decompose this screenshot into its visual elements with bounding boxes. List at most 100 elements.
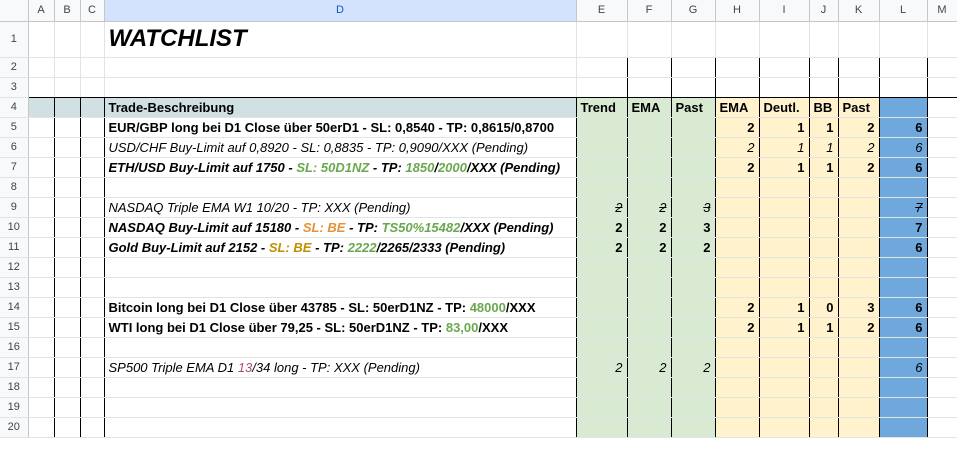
cell-a18[interactable] (28, 377, 55, 398)
cell-m20[interactable] (927, 417, 957, 438)
bb-value[interactable] (809, 357, 839, 378)
cell-a8[interactable] (28, 177, 55, 198)
past-value[interactable] (671, 157, 716, 178)
trade-description-cell[interactable] (104, 177, 577, 198)
trade-description-cell[interactable]: WTI long bei D1 Close über 79,25 - SL: 5… (104, 317, 577, 338)
row-header-11[interactable]: 11 (0, 237, 29, 258)
cell-m11[interactable] (927, 237, 957, 258)
cell-c19[interactable] (80, 397, 105, 418)
row-header-7[interactable]: 7 (0, 157, 29, 178)
past-value[interactable]: 3 (671, 197, 716, 218)
cell-c10[interactable] (80, 217, 105, 238)
past2-value[interactable] (838, 277, 880, 298)
ema2-value[interactable]: 2 (715, 297, 760, 318)
ema2-value[interactable] (715, 57, 760, 78)
row-header-10[interactable]: 10 (0, 217, 29, 238)
deutl-value[interactable] (759, 197, 810, 218)
deutl-value[interactable] (759, 357, 810, 378)
header-past-yellow[interactable]: Past (838, 97, 880, 118)
cell-c6[interactable] (80, 137, 105, 158)
past-value[interactable] (671, 137, 716, 158)
bb-value[interactable]: 1 (809, 157, 839, 178)
ema-value[interactable] (627, 317, 672, 338)
cell-b8[interactable] (54, 177, 81, 198)
trade-description-cell[interactable] (104, 77, 577, 98)
row-header-6[interactable]: 6 (0, 137, 29, 158)
ema2-value[interactable] (715, 377, 760, 398)
bb-value[interactable] (809, 277, 839, 298)
past-value[interactable]: 2 (671, 237, 716, 258)
trend-value[interactable] (576, 317, 628, 338)
bb-value[interactable] (809, 257, 839, 278)
past-value[interactable] (671, 377, 716, 398)
row-header-2[interactable]: 2 (0, 57, 29, 78)
deutl-value[interactable] (759, 397, 810, 418)
past-value[interactable]: 3 (671, 217, 716, 238)
trade-description-cell[interactable] (104, 337, 577, 358)
cell-b20[interactable] (54, 417, 81, 438)
bb-value[interactable] (809, 337, 839, 358)
cell[interactable] (627, 21, 672, 58)
score-value[interactable] (879, 417, 928, 438)
past-value[interactable]: 2 (671, 357, 716, 378)
cell-b15[interactable] (54, 317, 81, 338)
trend-value[interactable] (576, 277, 628, 298)
bb-value[interactable] (809, 417, 839, 438)
trade-description-cell[interactable]: USD/CHF Buy-Limit auf 0,8920 - SL: 0,883… (104, 137, 577, 158)
cell-a6[interactable] (28, 137, 55, 158)
trade-description-cell[interactable] (104, 257, 577, 278)
past2-value[interactable] (838, 357, 880, 378)
bb-value[interactable]: 0 (809, 297, 839, 318)
column-header-f[interactable]: F (627, 0, 672, 22)
cell-m12[interactable] (927, 257, 957, 278)
row-header-3[interactable]: 3 (0, 77, 29, 98)
row-header-18[interactable]: 18 (0, 377, 29, 398)
cell-a19[interactable] (28, 397, 55, 418)
deutl-value[interactable] (759, 217, 810, 238)
past-value[interactable] (671, 417, 716, 438)
cell-b1[interactable] (54, 21, 81, 58)
trend-value[interactable] (576, 177, 628, 198)
trade-description-cell[interactable] (104, 417, 577, 438)
trend-value[interactable] (576, 337, 628, 358)
header-ema-yellow[interactable]: EMA (715, 97, 760, 118)
cell-a20[interactable] (28, 417, 55, 438)
cell-b10[interactable] (54, 217, 81, 238)
cell-m14[interactable] (927, 297, 957, 318)
page-title[interactable]: WATCHLIST (104, 21, 577, 58)
cell-c2[interactable] (80, 57, 105, 78)
ema2-value[interactable] (715, 257, 760, 278)
trend-value[interactable]: 2 (576, 197, 628, 218)
cell-b12[interactable] (54, 257, 81, 278)
cell-m6[interactable] (927, 137, 957, 158)
past-value[interactable] (671, 337, 716, 358)
cell-b13[interactable] (54, 277, 81, 298)
cell-a14[interactable] (28, 297, 55, 318)
past-value[interactable] (671, 57, 716, 78)
score-value[interactable] (879, 57, 928, 78)
trend-value[interactable] (576, 137, 628, 158)
ema-value[interactable] (627, 417, 672, 438)
score-value[interactable]: 6 (879, 317, 928, 338)
trend-value[interactable] (576, 77, 628, 98)
past-value[interactable] (671, 297, 716, 318)
cell-c12[interactable] (80, 257, 105, 278)
column-header-k[interactable]: K (838, 0, 880, 22)
column-header-l[interactable]: L (879, 0, 928, 22)
trend-value[interactable]: 2 (576, 357, 628, 378)
ema-value[interactable] (627, 377, 672, 398)
past2-value[interactable] (838, 257, 880, 278)
past-value[interactable] (671, 117, 716, 138)
row-header-5[interactable]: 5 (0, 117, 29, 138)
cell-a10[interactable] (28, 217, 55, 238)
row-header-17[interactable]: 17 (0, 357, 29, 378)
bb-value[interactable] (809, 77, 839, 98)
ema2-value[interactable] (715, 417, 760, 438)
ema2-value[interactable] (715, 77, 760, 98)
ema-value[interactable]: 2 (627, 217, 672, 238)
deutl-value[interactable]: 1 (759, 317, 810, 338)
past-value[interactable] (671, 77, 716, 98)
ema-value[interactable] (627, 117, 672, 138)
cell-c3[interactable] (80, 77, 105, 98)
cell-c20[interactable] (80, 417, 105, 438)
